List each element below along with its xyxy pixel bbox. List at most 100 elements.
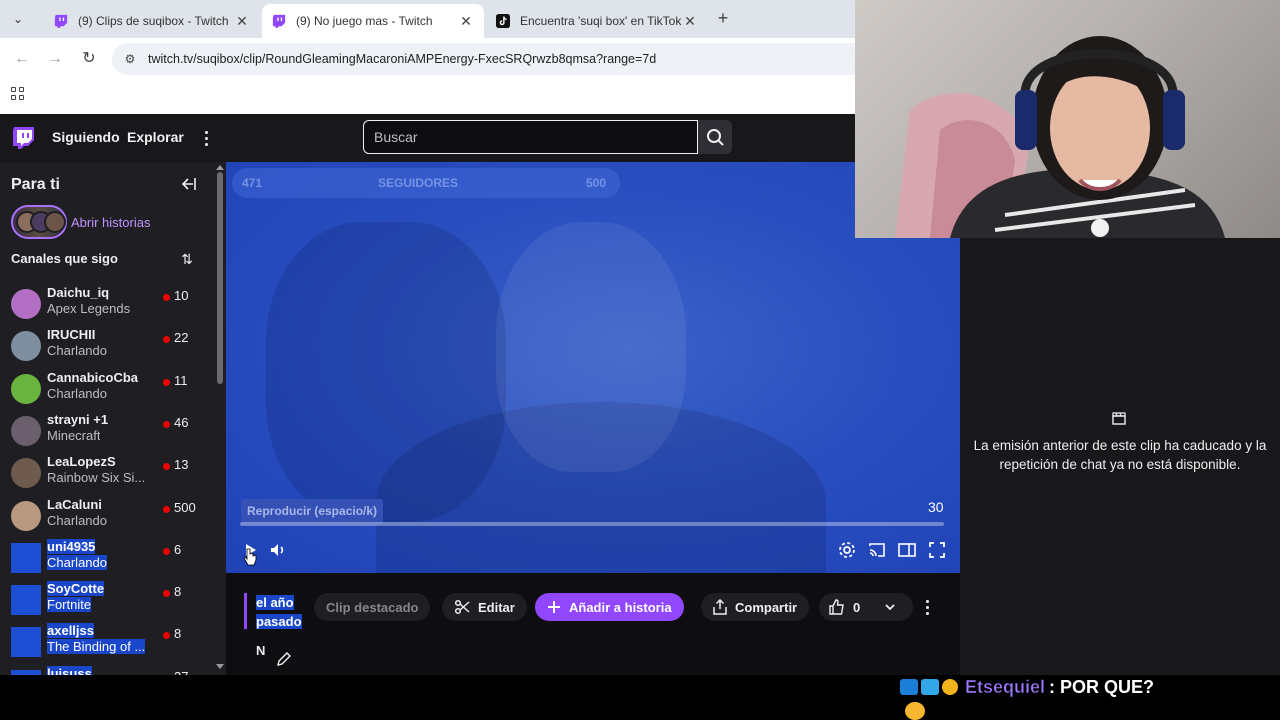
seek-bar[interactable] [240, 522, 944, 526]
overlay-chat-line: Etsequiel : POR QUE? [900, 675, 1154, 699]
channel-avatar [11, 585, 41, 616]
fullscreen-icon[interactable] [927, 540, 947, 560]
share-icon [713, 599, 727, 615]
channel-category: Charlando [47, 343, 107, 359]
url-text[interactable]: twitch.tv/suqibox/clip/RoundGleamingMaca… [148, 52, 656, 66]
share-button[interactable]: Compartir [701, 593, 810, 621]
live-indicator-dot [163, 590, 170, 598]
clip-timestamp: 30 [928, 499, 944, 515]
more-options-icon[interactable] [199, 128, 213, 148]
search-button[interactable] [698, 120, 732, 154]
sidebar: Para ti Abrir historias Canales que sigo… [0, 162, 226, 675]
scrollbar-thumb[interactable] [217, 172, 223, 384]
live-indicator-dot [163, 420, 170, 428]
sidebar-channel-row[interactable]: CannabicoCba Charlando 11 [0, 369, 214, 411]
search-input[interactable] [374, 129, 684, 145]
channel-name: axelljss [47, 623, 94, 639]
open-stories-button[interactable]: Abrir historias [11, 205, 150, 239]
viewer-count: 10 [174, 288, 189, 303]
channel-category: Charlando [47, 554, 107, 570]
tab-close-icon[interactable]: ✕ [234, 13, 250, 30]
follower-goal-target: 500 [586, 176, 607, 190]
channel-category: Minecraft [47, 427, 101, 443]
channel-name: CannabicoCba [47, 369, 139, 385]
clapperboard-icon [1112, 412, 1126, 425]
channel-avatar [11, 289, 41, 319]
channel-name: uni4935 [47, 538, 96, 554]
twitch-favicon-icon [54, 14, 68, 28]
sidebar-channel-row[interactable]: LaCaluni Charlando 500 [0, 496, 214, 538]
open-stories-label: Abrir historias [71, 214, 151, 230]
twitch-favicon-icon [272, 14, 286, 28]
sidebar-channel-row[interactable]: axelljss The Binding of ... 8 [0, 622, 214, 664]
apps-grid-icon[interactable] [11, 87, 25, 101]
video-frame-face [496, 222, 686, 472]
sidebar-channel-row[interactable]: Daichu_iq Apex Legends 10 [0, 284, 214, 326]
volume-icon[interactable] [268, 540, 288, 560]
sidebar-channel-row[interactable]: LeaLopezS Rainbow Six Si... 13 [0, 453, 214, 495]
clip-date: el año pasado [256, 595, 302, 629]
viewer-count: 46 [174, 414, 189, 430]
tab-close-icon[interactable]: ✕ [682, 13, 698, 30]
channel-avatar [11, 627, 41, 658]
collapse-sidebar-icon[interactable] [180, 177, 196, 191]
channel-name: luisuss [47, 665, 92, 675]
reload-icon[interactable]: ↻ [79, 49, 99, 69]
settings-gear-icon[interactable] [837, 540, 857, 560]
browser-tab-clip-active[interactable]: (9) No juego mas - Twitch ✕ [262, 4, 484, 38]
twitch-logo-icon[interactable] [11, 126, 35, 150]
channel-avatar [11, 500, 41, 531]
like-count: 0 [853, 599, 861, 615]
browser-tab-clips[interactable]: (9) Clips de suqibox - Twitch ✕ [44, 4, 260, 38]
clip-more-options-icon[interactable] [920, 597, 934, 617]
featured-clip-label: Clip destacado [326, 599, 419, 615]
follower-goal-label: SEGUIDORES [378, 176, 459, 190]
sort-arrows-icon[interactable]: ⇅ [179, 251, 195, 267]
chevron-down-icon[interactable] [884, 601, 896, 613]
address-bar[interactable]: ⚙ twitch.tv/suqibox/clip/RoundGleamingMa… [112, 43, 855, 75]
sidebar-channel-row[interactable]: strayni +1 Minecraft 46 [0, 411, 214, 453]
nav-following-link[interactable]: Siguiendo [52, 129, 120, 145]
channel-avatar [11, 415, 41, 446]
featured-clip-button[interactable]: Clip destacado [314, 593, 431, 621]
add-to-story-button[interactable]: Añadir a historia [535, 593, 684, 621]
forward-arrow-icon[interactable]: → [45, 49, 65, 69]
tab-title: (9) No juego mas - Twitch [296, 14, 433, 28]
webcam-feed-image [895, 36, 1225, 238]
scroll-up-arrow-icon[interactable] [216, 165, 224, 170]
channel-name: SoyCotte [47, 581, 105, 597]
badge-icon [900, 679, 918, 695]
tab-close-icon[interactable]: ✕ [458, 13, 474, 30]
tab-title: Encuentra 'suqi box' en TikTok | [520, 14, 682, 28]
viewer-count: 8 [174, 626, 182, 642]
theatre-mode-icon[interactable] [897, 540, 917, 560]
browser-tab-tiktok[interactable]: Encuentra 'suqi box' en TikTok | ✕ [486, 4, 708, 38]
sidebar-channel-row[interactable]: IRUCHII Charlando 22 [0, 326, 214, 368]
back-arrow-icon[interactable]: ← [12, 49, 32, 69]
pencil-edit-icon[interactable] [276, 651, 292, 667]
sad-face-emoji-icon [905, 702, 925, 720]
channel-name: strayni +1 [47, 411, 109, 427]
site-settings-icon[interactable]: ⚙ [122, 51, 138, 67]
viewer-count: 500 [174, 499, 196, 515]
scroll-down-arrow-icon[interactable] [216, 664, 224, 669]
nav-browse-link[interactable]: Explorar [127, 129, 184, 145]
sidebar-scrollbar[interactable] [214, 162, 226, 675]
new-tab-plus-icon[interactable]: + [713, 8, 733, 28]
streamer-webcam-overlay [855, 0, 1280, 238]
channel-name: IRUCHII [47, 327, 96, 343]
sidebar-channel-row[interactable]: SoyCotte Fortnite 8 [0, 580, 214, 622]
tab-search-chevron-icon[interactable]: ⌄ [8, 9, 28, 29]
clip-video-player[interactable]: 471 SEGUIDORES 500 Reproducir (espacio/k… [226, 162, 960, 573]
bookmarks-bar [0, 80, 855, 114]
channel-avatar [11, 542, 41, 573]
live-indicator-dot [163, 547, 170, 555]
sidebar-channel-row[interactable]: uni4935 Charlando 6 [0, 538, 214, 580]
alert-badge-icon [942, 679, 958, 695]
live-indicator-dot [163, 463, 170, 471]
clip-title-partial: N [256, 643, 266, 658]
edit-button[interactable]: Editar [442, 593, 527, 621]
cast-icon[interactable] [867, 540, 887, 560]
like-button[interactable]: 0 [819, 593, 913, 621]
sidebar-channel-row[interactable]: luisuss27 [0, 665, 214, 675]
